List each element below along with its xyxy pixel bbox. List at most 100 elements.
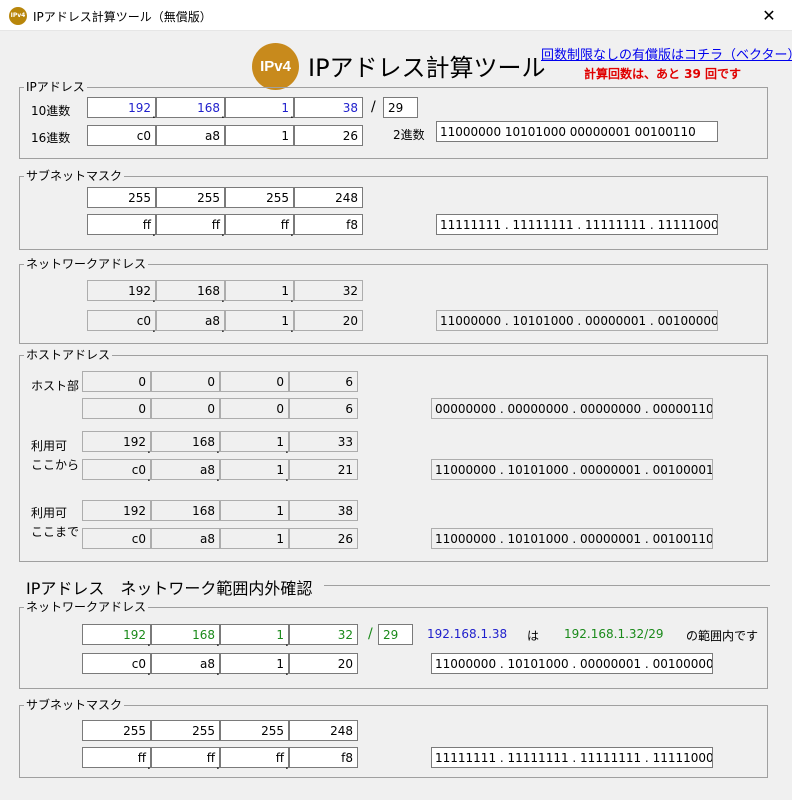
host-part-label: ホスト部 xyxy=(31,379,80,393)
range-mask-binary-field[interactable]: 11111111 . 11111111 . 11111111 . 1111100… xyxy=(431,747,713,768)
dot-separator: . xyxy=(152,107,156,121)
dot-separator: . xyxy=(221,107,225,121)
mask-hex-octet-1-input[interactable]: ff xyxy=(87,214,156,235)
dot-separator: . xyxy=(221,321,225,335)
mask-hex-octet-3-input[interactable]: ff xyxy=(225,214,294,235)
dot-separator: . xyxy=(285,442,289,456)
network-binary-field: 11000000 . 10101000 . 00000001 . 0010000… xyxy=(436,310,718,331)
network-octet-4-field: 32 xyxy=(294,280,363,301)
dot-separator: . xyxy=(216,664,220,678)
mask-hex-octet-2-input[interactable]: ff xyxy=(156,214,225,235)
last-host-octet-4-field: 38 xyxy=(289,500,358,521)
range-network-binary-field[interactable]: 11000000 . 10101000 . 00000001 . 0010000… xyxy=(431,653,713,674)
range-mask-hex-octet-3-input[interactable]: ff xyxy=(220,747,289,768)
ip-hex-octet-1-input[interactable]: c0 xyxy=(87,125,156,146)
last-host-octet-3-field: 1 xyxy=(220,500,289,521)
result-wa-text: は xyxy=(527,629,540,643)
close-button[interactable]: ✕ xyxy=(746,0,792,31)
first-host-octet-2-field: 168 xyxy=(151,431,220,452)
first-host-hex-octet-4-field: 21 xyxy=(289,459,358,480)
last-host-hex-octet-1-field: c0 xyxy=(82,528,151,549)
last-host-binary-field: 11000000 . 10101000 . 00000001 . 0010011… xyxy=(431,528,713,549)
dot-separator: . xyxy=(285,470,289,484)
network-hex-octet-4-field: 20 xyxy=(294,310,363,331)
ip-hex-octet-2-input[interactable]: a8 xyxy=(156,125,225,146)
dot-separator: . xyxy=(147,758,151,772)
remaining-count-text: 計算回数は、あと 39 回です xyxy=(584,67,742,81)
dot-separator: . xyxy=(147,664,151,678)
first-host-octet-1-field: 192 xyxy=(82,431,151,452)
range-check-heading: IPアドレス ネットワーク範囲内外確認 xyxy=(26,579,313,598)
host-octet-2-field: 0 xyxy=(151,371,220,392)
range-prefix-input[interactable]: 29 xyxy=(378,624,413,645)
mask-octet-4-input[interactable]: 248 xyxy=(294,187,363,208)
dot-separator: . xyxy=(152,321,156,335)
range-subnet-group-label: サブネットマスク xyxy=(24,698,125,712)
ip-hex-octet-3-input[interactable]: 1 xyxy=(225,125,294,146)
result-network-text: 192.168.1.32/29 xyxy=(564,627,664,641)
first-usable-label-1: 利用可 xyxy=(31,439,68,453)
range-network-octet-1-input[interactable]: 192 xyxy=(82,624,151,645)
dot-separator: . xyxy=(216,442,220,456)
range-mask-hex-octet-2-input[interactable]: ff xyxy=(151,747,220,768)
ip-binary-field[interactable]: 11000000 10101000 00000001 00100110 xyxy=(436,121,718,142)
range-mask-hex-octet-4-input[interactable]: f8 xyxy=(289,747,358,768)
host-hex-octet-3-field: 0 xyxy=(220,398,289,419)
range-network-hex-octet-4-input[interactable]: 20 xyxy=(289,653,358,674)
ip-octet-1-input[interactable]: 192 xyxy=(87,97,156,118)
range-mask-octet-4-input[interactable]: 248 xyxy=(289,720,358,741)
ip-octet-2-input[interactable]: 168 xyxy=(156,97,225,118)
range-mask-hex-octet-1-input[interactable]: ff xyxy=(82,747,151,768)
dot-separator: . xyxy=(290,107,294,121)
range-mask-octet-3-input[interactable]: 255 xyxy=(220,720,289,741)
result-suffix-text: の範囲内です xyxy=(686,629,759,643)
last-usable-label-2: ここまで xyxy=(31,525,80,539)
ip-octet-4-input[interactable]: 38 xyxy=(294,97,363,118)
mask-octet-1-input[interactable]: 255 xyxy=(87,187,156,208)
host-hex-octet-2-field: 0 xyxy=(151,398,220,419)
mask-hex-octet-4-input[interactable]: f8 xyxy=(294,214,363,235)
dot-separator: . xyxy=(285,635,289,649)
network-hex-octet-2-field: a8 xyxy=(156,310,225,331)
dot-separator: . xyxy=(290,321,294,335)
dot-separator: . xyxy=(147,442,151,456)
bin-label: 2進数 xyxy=(393,128,425,142)
range-network-octet-3-input[interactable]: 1 xyxy=(220,624,289,645)
app-icon: IPv4 xyxy=(9,7,27,25)
range-mask-octet-2-input[interactable]: 255 xyxy=(151,720,220,741)
host-hex-octet-1-field: 0 xyxy=(82,398,151,419)
last-host-octet-1-field: 192 xyxy=(82,500,151,521)
ip-octet-3-input[interactable]: 1 xyxy=(225,97,294,118)
mask-octet-2-input[interactable]: 255 xyxy=(156,187,225,208)
paid-version-link[interactable]: 回数制限なしの有償版はコチラ（ベクター） xyxy=(541,44,792,63)
prefix-length-input[interactable]: 29 xyxy=(383,97,418,118)
mask-octet-3-input[interactable]: 255 xyxy=(225,187,294,208)
host-binary-field: 00000000 . 00000000 . 00000000 . 0000011… xyxy=(431,398,713,419)
dot-separator: . xyxy=(285,664,289,678)
host-octet-4-field: 6 xyxy=(289,371,358,392)
range-mask-octet-1-input[interactable]: 255 xyxy=(82,720,151,741)
range-network-hex-octet-2-input[interactable]: a8 xyxy=(151,653,220,674)
first-host-hex-octet-1-field: c0 xyxy=(82,459,151,480)
range-network-octet-4-input[interactable]: 32 xyxy=(289,624,358,645)
ip-hex-octet-4-input[interactable]: 26 xyxy=(294,125,363,146)
ipv4-logo: IPv4 xyxy=(252,43,299,90)
hex-label: 16進数 xyxy=(31,131,71,145)
range-network-hex-octet-3-input[interactable]: 1 xyxy=(220,653,289,674)
dot-separator: . xyxy=(147,470,151,484)
dot-separator: . xyxy=(290,225,294,239)
range-network-octet-2-input[interactable]: 168 xyxy=(151,624,220,645)
network-octet-1-field: 192 xyxy=(87,280,156,301)
mask-binary-field[interactable]: 11111111 . 11111111 . 11111111 . 1111100… xyxy=(436,214,718,235)
dot-separator: . xyxy=(147,635,151,649)
range-network-group-label: ネットワークアドレス xyxy=(24,600,149,614)
last-host-octet-2-field: 168 xyxy=(151,500,220,521)
first-host-octet-3-field: 1 xyxy=(220,431,289,452)
dot-separator: . xyxy=(216,470,220,484)
dec-label: 10進数 xyxy=(31,104,71,118)
dot-separator: . xyxy=(221,225,225,239)
host-hex-octet-4-field: 6 xyxy=(289,398,358,419)
range-network-hex-octet-1-input[interactable]: c0 xyxy=(82,653,151,674)
network-hex-octet-1-field: c0 xyxy=(87,310,156,331)
network-address-group-label: ネットワークアドレス xyxy=(24,257,149,271)
